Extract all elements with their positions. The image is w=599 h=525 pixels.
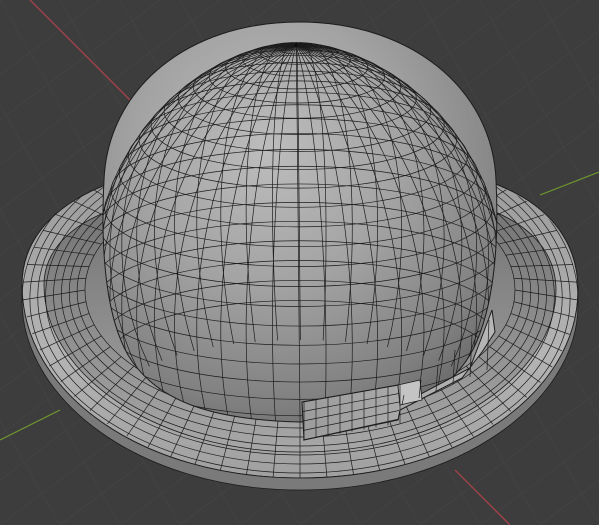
crown-pole-vertex [293,42,299,48]
y-axis-line-right [539,171,599,196]
viewport-canvas[interactable] [0,0,599,525]
y-axis-line-left [0,409,61,441]
x-axis-line-top [29,0,136,106]
3d-viewport[interactable] [0,0,599,525]
